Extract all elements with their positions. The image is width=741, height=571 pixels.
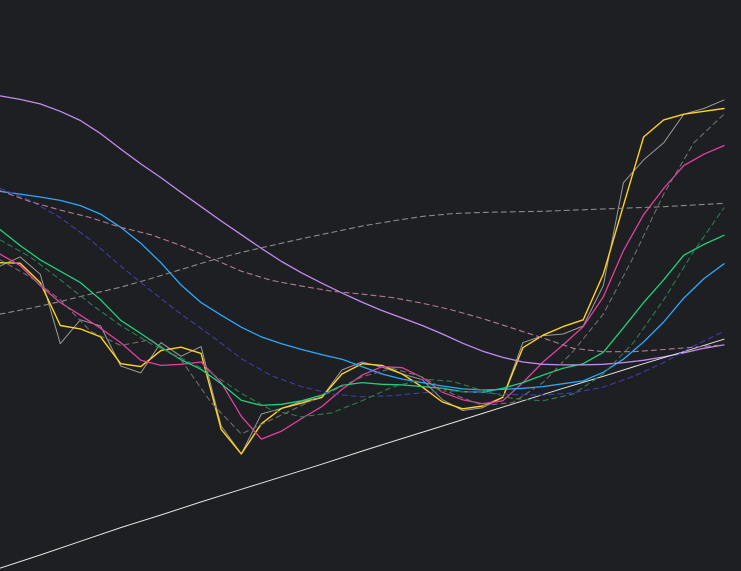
chart-background bbox=[0, 0, 741, 571]
line-chart bbox=[0, 0, 741, 571]
chart-area bbox=[0, 0, 741, 571]
